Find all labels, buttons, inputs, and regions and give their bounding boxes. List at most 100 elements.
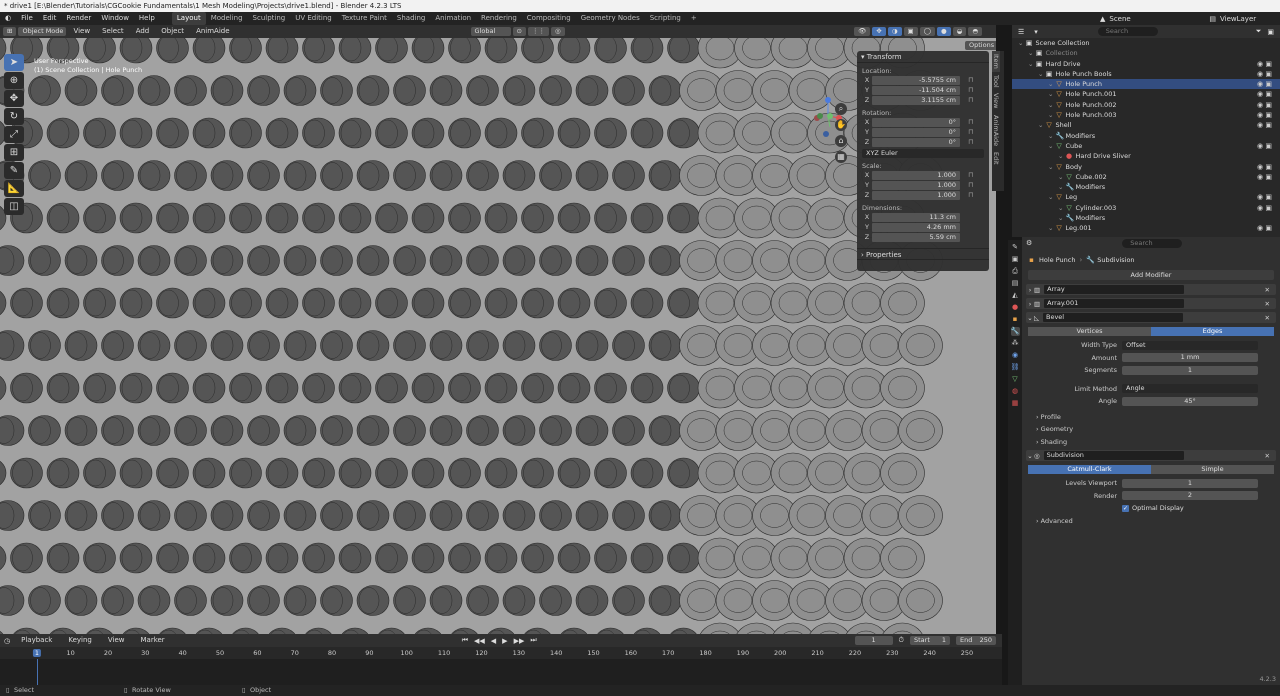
- modifier-bevel[interactable]: ⌄ ◺ Bevel ✕: [1026, 312, 1276, 323]
- rotate-tool-icon[interactable]: ↻: [4, 108, 24, 125]
- angle-field[interactable]: 45°: [1122, 396, 1258, 406]
- viewport-menu-add[interactable]: Add: [131, 25, 155, 38]
- advanced-subpanel[interactable]: › Advanced: [1022, 515, 1280, 528]
- outliner-row[interactable]: ⌄ ▽ Cube ◉ ▣: [1012, 141, 1280, 151]
- pan-hand-icon[interactable]: ✋: [835, 119, 847, 131]
- properties-editor-icon[interactable]: ⚙: [1026, 239, 1032, 247]
- transform-panel-header[interactable]: ▾ Transform: [857, 51, 989, 63]
- tab-compositing[interactable]: Compositing: [522, 12, 576, 25]
- output-props-icon[interactable]: ⎙: [1011, 267, 1020, 276]
- visibility-eye-icon[interactable]: ◉ ▣: [1257, 162, 1272, 172]
- filter-icon[interactable]: ⏷: [1256, 27, 1262, 36]
- viewport-menu-select[interactable]: Select: [97, 25, 129, 38]
- modifier-name-field[interactable]: Array: [1044, 285, 1185, 294]
- tab-shading[interactable]: Shading: [392, 12, 430, 25]
- expand-chevron-icon[interactable]: ⌄: [1018, 39, 1026, 47]
- geometry-subpanel[interactable]: › Geometry: [1022, 423, 1280, 436]
- affect-vertices-button[interactable]: Vertices: [1028, 327, 1151, 336]
- stopwatch-icon[interactable]: ⏱: [899, 636, 904, 645]
- dimensions-x-field[interactable]: 11.3 cm: [872, 212, 960, 222]
- tab-layout[interactable]: Layout: [171, 12, 206, 25]
- viewport-menu-object[interactable]: Object: [156, 25, 189, 38]
- filter-display-icon[interactable]: ▾: [1034, 28, 1038, 36]
- zoom-icon[interactable]: ⌕: [835, 103, 847, 115]
- expand-chevron-icon[interactable]: ⌄: [1028, 60, 1036, 68]
- scale-tool-icon[interactable]: ⤢: [4, 126, 24, 143]
- visibility-eye-icon[interactable]: ◉ ▣: [1257, 59, 1272, 69]
- visibility-eye-icon[interactable]: ◉ ▣: [1257, 79, 1272, 89]
- modifier-name-field[interactable]: Subdivision: [1043, 451, 1184, 460]
- new-collection-icon[interactable]: ▣: [1267, 28, 1274, 36]
- ortho-toggle-icon[interactable]: ▦: [835, 151, 847, 163]
- affect-edges-button[interactable]: Edges: [1151, 327, 1274, 336]
- menu-help[interactable]: Help: [134, 12, 160, 25]
- visibility-eye-icon[interactable]: ◉ ▣: [1257, 100, 1272, 110]
- tab-modeling[interactable]: Modeling: [206, 12, 248, 25]
- expand-chevron-icon[interactable]: ⌄: [1058, 183, 1066, 191]
- constraints-props-icon[interactable]: ⛓: [1011, 363, 1020, 372]
- frame-ruler[interactable]: 1 10 20 30 40 50 60 70 80 90 100 110 120 130 140 150 160…: [0, 647, 1002, 659]
- delete-icon[interactable]: ✕: [1265, 286, 1270, 294]
- properties-search-input[interactable]: Search: [1122, 238, 1183, 248]
- rotation-y-field[interactable]: 0°: [872, 127, 960, 137]
- modifier-name-field[interactable]: Bevel: [1043, 313, 1183, 322]
- outliner-row[interactable]: ⌄ 🔧Modifiers: [1012, 182, 1280, 192]
- outliner-row[interactable]: ⌄ 🔧Modifiers: [1012, 131, 1280, 141]
- view-layer-name[interactable]: ViewLayer: [1220, 15, 1280, 23]
- tab-texture-paint[interactable]: Texture Paint: [337, 12, 392, 25]
- levels-viewport-field[interactable]: 1: [1122, 478, 1258, 488]
- texture-props-icon[interactable]: ▦: [1011, 399, 1020, 408]
- world-props-icon[interactable]: ●: [1011, 303, 1020, 312]
- expand-chevron-icon[interactable]: ⌄: [1038, 70, 1046, 78]
- tab-sculpting[interactable]: Sculpting: [248, 12, 291, 25]
- data-props-icon[interactable]: ▽: [1011, 375, 1020, 384]
- viewport-menu-view[interactable]: View: [68, 25, 95, 38]
- modifier-subdivision[interactable]: ⌄ ◎ Subdivision ✕: [1026, 450, 1276, 461]
- material-props-icon[interactable]: ◍: [1011, 387, 1020, 396]
- outliner-row[interactable]: ⌄ ▣ Collection: [1012, 48, 1280, 58]
- outliner-row[interactable]: ⌄ ▣ Hole Punch Bools ◉ ▣: [1012, 69, 1280, 79]
- viewport-menu-animaide[interactable]: AnimAide: [191, 25, 234, 38]
- transform-tool-icon[interactable]: ⊞: [4, 144, 24, 161]
- options-button[interactable]: Options: [965, 41, 996, 50]
- scale-z-field[interactable]: 1.000: [872, 190, 960, 200]
- expand-chevron-icon[interactable]: ⌄: [1048, 101, 1056, 109]
- lock-icon[interactable]: ⊓: [968, 138, 978, 146]
- menu-window[interactable]: Window: [96, 12, 134, 25]
- profile-subpanel[interactable]: › Profile: [1022, 411, 1280, 424]
- simple-button[interactable]: Simple: [1151, 465, 1274, 474]
- expand-chevron-icon[interactable]: ⌄: [1058, 173, 1066, 181]
- gizmo-z-axis[interactable]: [825, 97, 831, 103]
- end-frame-field[interactable]: End 250: [956, 636, 996, 645]
- next-key-icon[interactable]: ▶▶: [514, 637, 525, 645]
- visibility-eye-icon[interactable]: ◉ ▣: [1257, 172, 1272, 182]
- expand-chevron-icon[interactable]: ⌄: [1048, 142, 1056, 150]
- outliner-row[interactable]: ⌄ 🔧Modifiers: [1012, 213, 1280, 223]
- tab-scripting[interactable]: Scripting: [645, 12, 686, 25]
- outliner-row[interactable]: ⌄ ▽ Leg ◉ ▣: [1012, 192, 1280, 202]
- play-icon[interactable]: ▶: [502, 637, 507, 645]
- visibility-eye-icon[interactable]: ◉ ▣: [1257, 89, 1272, 99]
- segments-field[interactable]: 1: [1122, 365, 1258, 375]
- lock-icon[interactable]: ⊓: [968, 191, 978, 199]
- lock-icon[interactable]: ⊓: [968, 96, 978, 104]
- tab-geometry-nodes[interactable]: Geometry Nodes: [576, 12, 645, 25]
- prev-key-icon[interactable]: ◀◀: [474, 637, 485, 645]
- outliner-row[interactable]: ⌄ ▽ Shell ◉ ▣: [1012, 120, 1280, 130]
- delete-icon[interactable]: ✕: [1265, 452, 1270, 460]
- outliner-row[interactable]: ⌄ ▽ Leg.001 ◉ ▣: [1012, 223, 1280, 233]
- sidebar-tab-tool[interactable]: Tool: [992, 72, 1000, 91]
- timeline-menu-marker[interactable]: Marker: [135, 634, 169, 647]
- shading-rendered-icon[interactable]: ◓: [968, 27, 982, 36]
- visibility-eye-icon[interactable]: ◉ ▣: [1257, 69, 1272, 79]
- menu-file[interactable]: File: [16, 12, 38, 25]
- measure-tool-icon[interactable]: 📐: [4, 180, 24, 197]
- xray-icon[interactable]: ▣: [903, 27, 918, 36]
- jump-start-icon[interactable]: ⏮: [462, 636, 468, 645]
- sidebar-tab-item[interactable]: Item: [992, 51, 1000, 72]
- move-tool-icon[interactable]: ✥: [4, 90, 24, 107]
- expand-chevron-icon[interactable]: ⌄: [1048, 193, 1056, 201]
- overlay-icon[interactable]: ◑: [887, 27, 902, 36]
- current-frame-field[interactable]: 1: [854, 636, 893, 645]
- visibility-eye-icon[interactable]: ◉ ▣: [1257, 110, 1272, 120]
